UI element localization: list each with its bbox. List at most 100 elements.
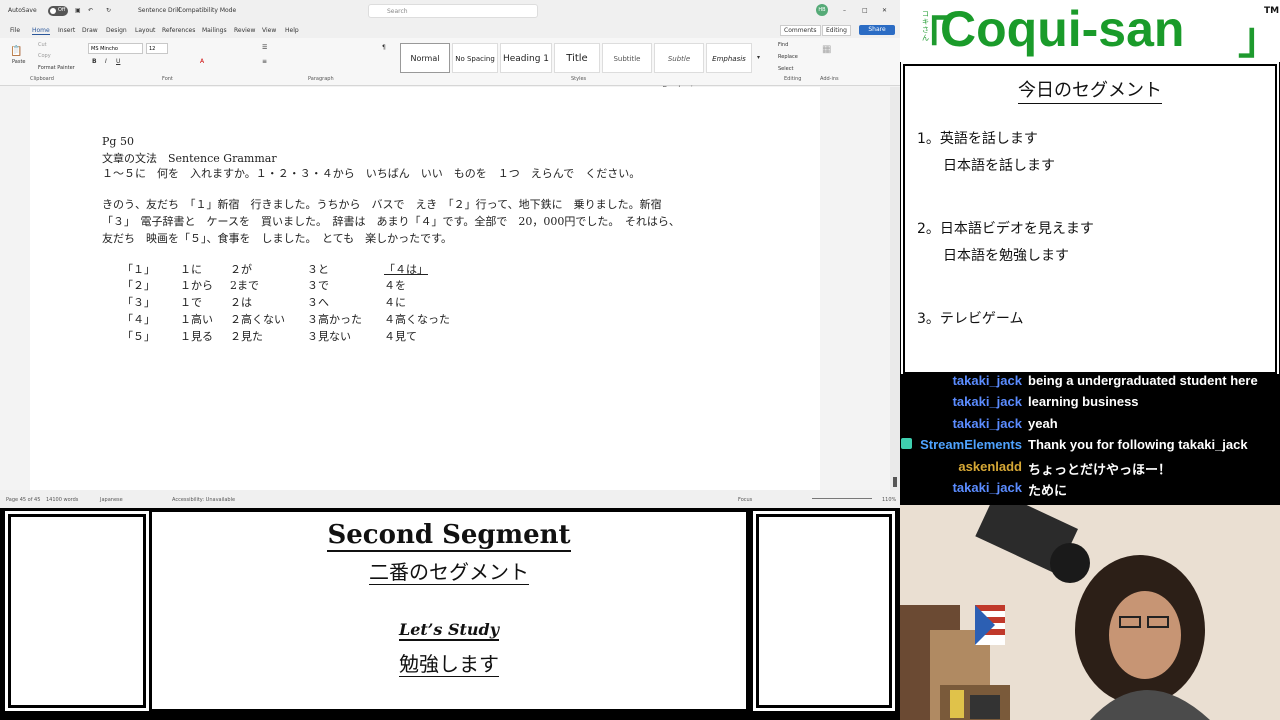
- document-page[interactable]: Pg 50 文章の文法 Sentence Grammar １～５に 何を 入れま…: [30, 87, 820, 490]
- bold-button[interactable]: B: [92, 58, 97, 65]
- zoom-slider[interactable]: [812, 498, 872, 499]
- vertical-scrollbar[interactable]: [890, 87, 900, 490]
- group-label: Clipboard: [30, 76, 54, 82]
- select-button[interactable]: Select: [778, 66, 793, 72]
- brand-banner: 「 コキさん Coqui-san 」 TM: [900, 0, 1280, 64]
- style-subtle-emphasis[interactable]: Subtle Emphasis: [654, 43, 704, 93]
- style-subtitle[interactable]: Subtitle: [602, 43, 652, 73]
- copy-button[interactable]: Copy: [38, 53, 51, 59]
- style-heading-1[interactable]: Heading 1: [500, 43, 552, 73]
- option-cell: 「４は」: [384, 263, 428, 276]
- tab-references[interactable]: References: [162, 27, 195, 34]
- tab-insert[interactable]: Insert: [58, 27, 75, 34]
- underline-button[interactable]: U: [116, 58, 120, 65]
- tab-file[interactable]: File: [10, 27, 20, 34]
- avatar[interactable]: HB: [816, 4, 828, 16]
- chat-user: takaki_jack: [952, 480, 1022, 495]
- segment-panel: 今日のセグメント 1。英語を話します 日本語を話します 2。日本語ビデオを見えま…: [901, 62, 1279, 376]
- status-accessibility[interactable]: Accessibility: Unavailable: [172, 497, 235, 503]
- option-cell: ２は: [230, 296, 252, 309]
- doc-line: １～５に 何を 入れますか。１・２・３・４から いちばん いい ものを １つ え…: [102, 167, 641, 180]
- chat-text: yeah: [1028, 416, 1058, 431]
- chat-text: Thank you for following takaki_jack: [1028, 437, 1248, 452]
- scroll-thumb[interactable]: [893, 477, 897, 487]
- chat-text: being a undergraduated student here: [1028, 374, 1258, 388]
- ribbon: 📋 Paste Cut Copy Format Painter MS Minch…: [0, 38, 900, 93]
- zoom-level[interactable]: 110%: [882, 497, 896, 503]
- doc-line: 文章の文法 Sentence Grammar: [102, 152, 277, 165]
- search-input[interactable]: Search: [368, 4, 538, 18]
- tab-help[interactable]: Help: [285, 27, 299, 34]
- segment-item: 日本語を勉強します: [943, 248, 1069, 264]
- add-ins-icon[interactable]: ▦: [822, 44, 831, 55]
- segment-item: 1。英語を話します: [917, 131, 1038, 147]
- option-cell: ４高くなった: [384, 313, 450, 326]
- style-no-spacing[interactable]: No Spacing: [452, 43, 498, 73]
- maximize-icon[interactable]: □: [862, 7, 868, 14]
- tab-view[interactable]: View: [262, 27, 276, 34]
- minimize-icon[interactable]: –: [843, 7, 846, 14]
- status-page[interactable]: Page 45 of 45: [6, 497, 40, 503]
- focus-button[interactable]: Focus: [738, 497, 752, 503]
- brand-kana: コキさん: [922, 10, 929, 42]
- paste-icon[interactable]: 📋: [10, 46, 22, 57]
- paste-button[interactable]: Paste: [12, 59, 26, 65]
- font-size-select[interactable]: 12: [146, 43, 168, 54]
- share-button[interactable]: Share: [859, 25, 895, 35]
- ribbon-tabs: File Home Insert Draw Design Layout Refe…: [0, 22, 900, 38]
- align-left-icon[interactable]: ≡: [262, 58, 267, 65]
- styles-more-icon[interactable]: ▾: [757, 54, 760, 61]
- group-label: Font: [162, 76, 173, 82]
- option-cell: 「１」: [122, 263, 155, 276]
- group-label: Paragraph: [308, 76, 334, 82]
- segment-heading: Second Segment: [327, 520, 571, 552]
- chat-overlay: takaki_jack being a undergraduated studen…: [900, 374, 1280, 508]
- option-cell: ３と: [307, 263, 329, 276]
- tab-mailings[interactable]: Mailings: [202, 27, 227, 34]
- option-cell: ４を: [384, 279, 406, 292]
- undo-icon[interactable]: ↶: [88, 7, 93, 14]
- tab-design[interactable]: Design: [106, 27, 127, 34]
- font-color-button[interactable]: A: [200, 58, 204, 65]
- find-button[interactable]: Find: [778, 42, 788, 48]
- option-cell: 「４」: [122, 313, 155, 326]
- cut-button[interactable]: Cut: [38, 42, 47, 48]
- option-cell: 「５」: [122, 330, 155, 343]
- stream-layout: AutoSave Off ▣ ↶ ↻ Sentence Drill Compat…: [0, 0, 1280, 720]
- brand-name: Coqui-san: [940, 1, 1185, 57]
- tab-draw[interactable]: Draw: [82, 27, 98, 34]
- bullets-icon[interactable]: ☰: [262, 44, 267, 51]
- left-blank-panel: [5, 511, 149, 711]
- option-cell: １見る: [180, 330, 213, 343]
- tab-review[interactable]: Review: [234, 27, 255, 34]
- activity-heading: Let’s Study: [398, 620, 500, 641]
- font-name-select[interactable]: MS Mincho: [88, 43, 143, 54]
- close-icon[interactable]: ✕: [882, 7, 887, 14]
- editing-button[interactable]: Editing: [822, 25, 851, 36]
- tab-home[interactable]: Home: [32, 27, 50, 35]
- comments-button[interactable]: Comments: [780, 25, 821, 36]
- format-painter-button[interactable]: Format Painter: [38, 65, 75, 71]
- status-language[interactable]: Japanese: [100, 497, 123, 503]
- option-cell: ３見ない: [307, 330, 351, 343]
- italic-button[interactable]: I: [105, 58, 107, 65]
- document-canvas[interactable]: Pg 50 文章の文法 Sentence Grammar １～５に 何を 入れま…: [0, 87, 890, 490]
- trademark: TM: [1264, 6, 1280, 16]
- style-normal[interactable]: Normal: [400, 43, 450, 73]
- replace-button[interactable]: Replace: [778, 54, 798, 60]
- status-words[interactable]: 14100 words: [46, 497, 78, 503]
- option-cell: 「２」: [122, 279, 155, 292]
- chat-text: learning business: [1028, 394, 1139, 409]
- redo-icon[interactable]: ↻: [106, 7, 111, 14]
- pilcrow-icon[interactable]: ¶: [382, 44, 386, 51]
- chat-text: ちょっとだけやっほー！: [1028, 462, 1172, 477]
- chat-user: askenladd: [958, 459, 1022, 474]
- style-emphasis[interactable]: Emphasis: [706, 43, 752, 73]
- style-title[interactable]: Title: [554, 43, 600, 73]
- save-icon[interactable]: ▣: [75, 7, 81, 14]
- option-cell: ３で: [307, 279, 329, 292]
- chat-user: takaki_jack: [952, 394, 1022, 409]
- option-cell: １高い: [180, 313, 213, 326]
- segment-title: 今日のセグメント: [905, 76, 1275, 104]
- tab-layout[interactable]: Layout: [135, 27, 155, 34]
